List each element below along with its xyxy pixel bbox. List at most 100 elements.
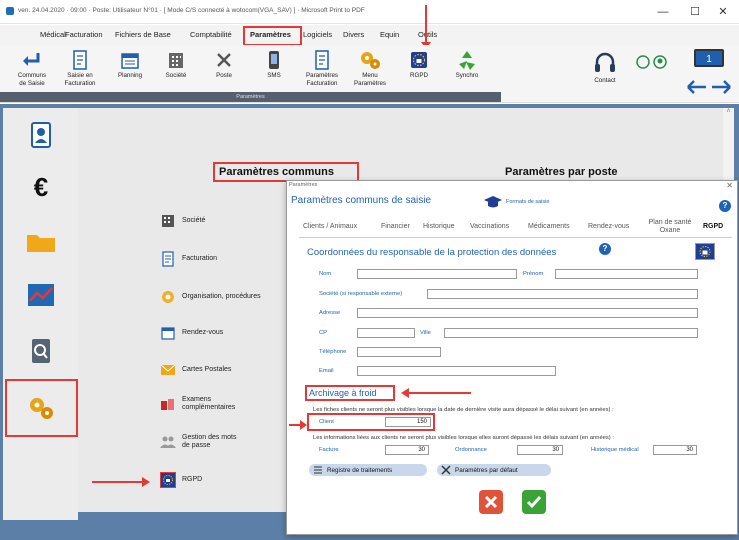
check-icon [526, 496, 542, 509]
search-document-icon [32, 339, 50, 363]
chart-icon [28, 284, 54, 306]
headset-icon [590, 51, 620, 77]
ribbon-synchro[interactable]: Synchro [443, 49, 491, 79]
menu-bar: Médical Facturation Fichiers de Base Com… [0, 25, 739, 45]
contact-button[interactable]: Contact [590, 51, 620, 84]
dialog-help-icon[interactable]: ? [719, 200, 731, 212]
annotation-arrowhead-rgpd [142, 477, 150, 487]
menu-fichiers-de-base[interactable]: Fichiers de Base [115, 30, 171, 39]
ribbon-poste[interactable]: Poste [200, 49, 248, 79]
ribbon-parametres-facturation[interactable]: Paramètres Facturation [298, 49, 346, 87]
parametres-dialog: Paramètres ✕ Paramètres communs de saisi… [286, 180, 738, 535]
input-client[interactable]: 150 [385, 417, 431, 427]
ribbon-menu-parametres[interactable]: Menu Paramètres [346, 49, 394, 87]
close-button[interactable]: ✕ [712, 4, 734, 20]
sidebar-stats-button[interactable] [23, 278, 59, 312]
list-item-societe[interactable]: Société [160, 213, 205, 229]
menu-equin[interactable]: Equin [380, 30, 399, 39]
input-email[interactable] [357, 366, 556, 376]
dpo-help-icon[interactable]: ? [599, 243, 611, 255]
menu-facturation[interactable]: Facturation [65, 30, 103, 39]
tab-historique[interactable]: Historique [423, 223, 455, 230]
app-icon [6, 7, 14, 15]
label-client: Client [319, 419, 334, 425]
ribbon-sms[interactable]: SMS [250, 49, 298, 79]
list-item-organisation[interactable]: Organisation, procédures [160, 289, 261, 305]
ok-button[interactable] [522, 490, 546, 514]
list-item-rendez-vous[interactable]: Rendez-vous [160, 325, 223, 341]
input-ville[interactable] [444, 328, 698, 338]
list-item-cartes-postales[interactable]: Cartes Postales [160, 362, 231, 378]
sidebar-finance-button[interactable]: € [23, 170, 59, 204]
sidebar-settings-button[interactable] [23, 391, 59, 425]
ribbon-rgpd[interactable]: RGPD [395, 49, 443, 79]
input-telephone[interactable] [357, 347, 441, 357]
eu-lock-icon [160, 472, 176, 488]
input-nom[interactable] [357, 269, 517, 279]
tab-rgpd[interactable]: RGPD [703, 223, 723, 230]
input-prenom[interactable] [555, 269, 698, 279]
list-item-examens[interactable]: Examens complémentaires [160, 396, 252, 412]
minimize-button[interactable]: — [652, 4, 674, 20]
tab-medicaments[interactable]: Médicaments [528, 223, 570, 230]
tab-plan-de-sante-oxane[interactable]: Plan de santé Oxane [645, 219, 695, 235]
registre-de-traitements-button[interactable]: Registre de traitements [309, 464, 427, 476]
ribbon-planning[interactable]: Planning [106, 49, 154, 79]
menu-medical[interactable]: Médical [40, 30, 66, 39]
sidebar-patient-button[interactable] [23, 118, 59, 152]
ribbon-saisie-en-facturation[interactable]: Saisie en Facturation [56, 49, 104, 87]
input-adresse[interactable] [357, 308, 698, 318]
list-item-rgpd[interactable]: RGPD [160, 472, 202, 488]
sidebar-folder-button[interactable] [23, 225, 59, 259]
annotation-arrowhead-client [300, 420, 307, 430]
tab-rendez-vous[interactable]: Rendez-vous [588, 223, 629, 230]
dialog-close-icon[interactable]: ✕ [726, 181, 733, 190]
menu-comptabilite[interactable]: Comptabilité [190, 30, 232, 39]
parametres-par-defaut-button[interactable]: Paramètres par défaut [437, 464, 551, 476]
input-cp[interactable] [357, 328, 415, 338]
dialog-titlebar: Paramètres ✕ [287, 181, 737, 191]
cancel-button[interactable] [479, 490, 503, 514]
ribbon-societe[interactable]: Société [152, 49, 200, 79]
label-societe: Société (si responsable externe) [319, 291, 403, 297]
heading-parametres-par-poste: Paramètres par poste [505, 166, 618, 178]
ribbon-communs-de-saisie[interactable]: Communs de Saisie [8, 49, 56, 87]
archive-section-title: Archivage à froid [309, 388, 377, 398]
input-historique-medical[interactable]: 30 [653, 445, 697, 455]
swap-arrows-icon[interactable] [686, 79, 732, 97]
window-title: ven. 24.04.2020 · 09:00 · Poste: Utilisa… [18, 7, 365, 14]
heading-parametres-communs: Paramètres communs [219, 166, 334, 178]
ribbon-group-label: Paramètres [0, 92, 501, 102]
euro-icon: € [33, 171, 49, 202]
users-circle-icon[interactable] [636, 55, 676, 71]
formats-de-saisie-link[interactable]: Formats de saisie [483, 194, 549, 210]
monitor-button[interactable]: 1 [694, 49, 724, 71]
input-facture[interactable]: 30 [385, 445, 429, 455]
input-ordonnance[interactable]: 30 [517, 445, 563, 455]
menu-parametres[interactable]: Paramètres [250, 30, 291, 39]
tab-clients-animaux[interactable]: Clients / Animaux [303, 223, 357, 230]
dialog-window-title: Paramètres [289, 182, 318, 188]
close-icon [484, 495, 498, 509]
menu-logiciels[interactable]: Logiciels [303, 30, 332, 39]
building-icon [160, 213, 176, 229]
list-item-facturation[interactable]: Facturation [160, 251, 217, 267]
annotation-arrowhead-archivage [401, 388, 409, 398]
recycle-icon [454, 49, 480, 71]
tab-financier[interactable]: Financier [381, 223, 410, 230]
tab-vaccinations[interactable]: Vaccinations [470, 223, 509, 230]
menu-divers[interactable]: Divers [343, 30, 364, 39]
gears-icon [30, 398, 53, 419]
scroll-up-icon[interactable]: ˄ [723, 108, 734, 115]
window-titlebar: ven. 24.04.2020 · 09:00 · Poste: Utilisa… [0, 0, 739, 24]
input-societe[interactable] [427, 289, 698, 299]
graduation-cap-icon [484, 196, 502, 208]
list-item-mots-de-passe[interactable]: Gestion des mots de passe [160, 434, 237, 450]
menu-outils[interactable]: Outils [418, 30, 437, 39]
label-nom: Nom [319, 271, 332, 277]
label-email: Email [319, 368, 334, 374]
dialog-tabs: Clients / Animaux Financier Historique V… [299, 218, 732, 238]
sidebar-search-button[interactable] [23, 334, 59, 368]
dpo-section-title: Coordonnées du responsable de la protect… [307, 247, 557, 258]
maximize-button[interactable]: ☐ [684, 4, 706, 20]
